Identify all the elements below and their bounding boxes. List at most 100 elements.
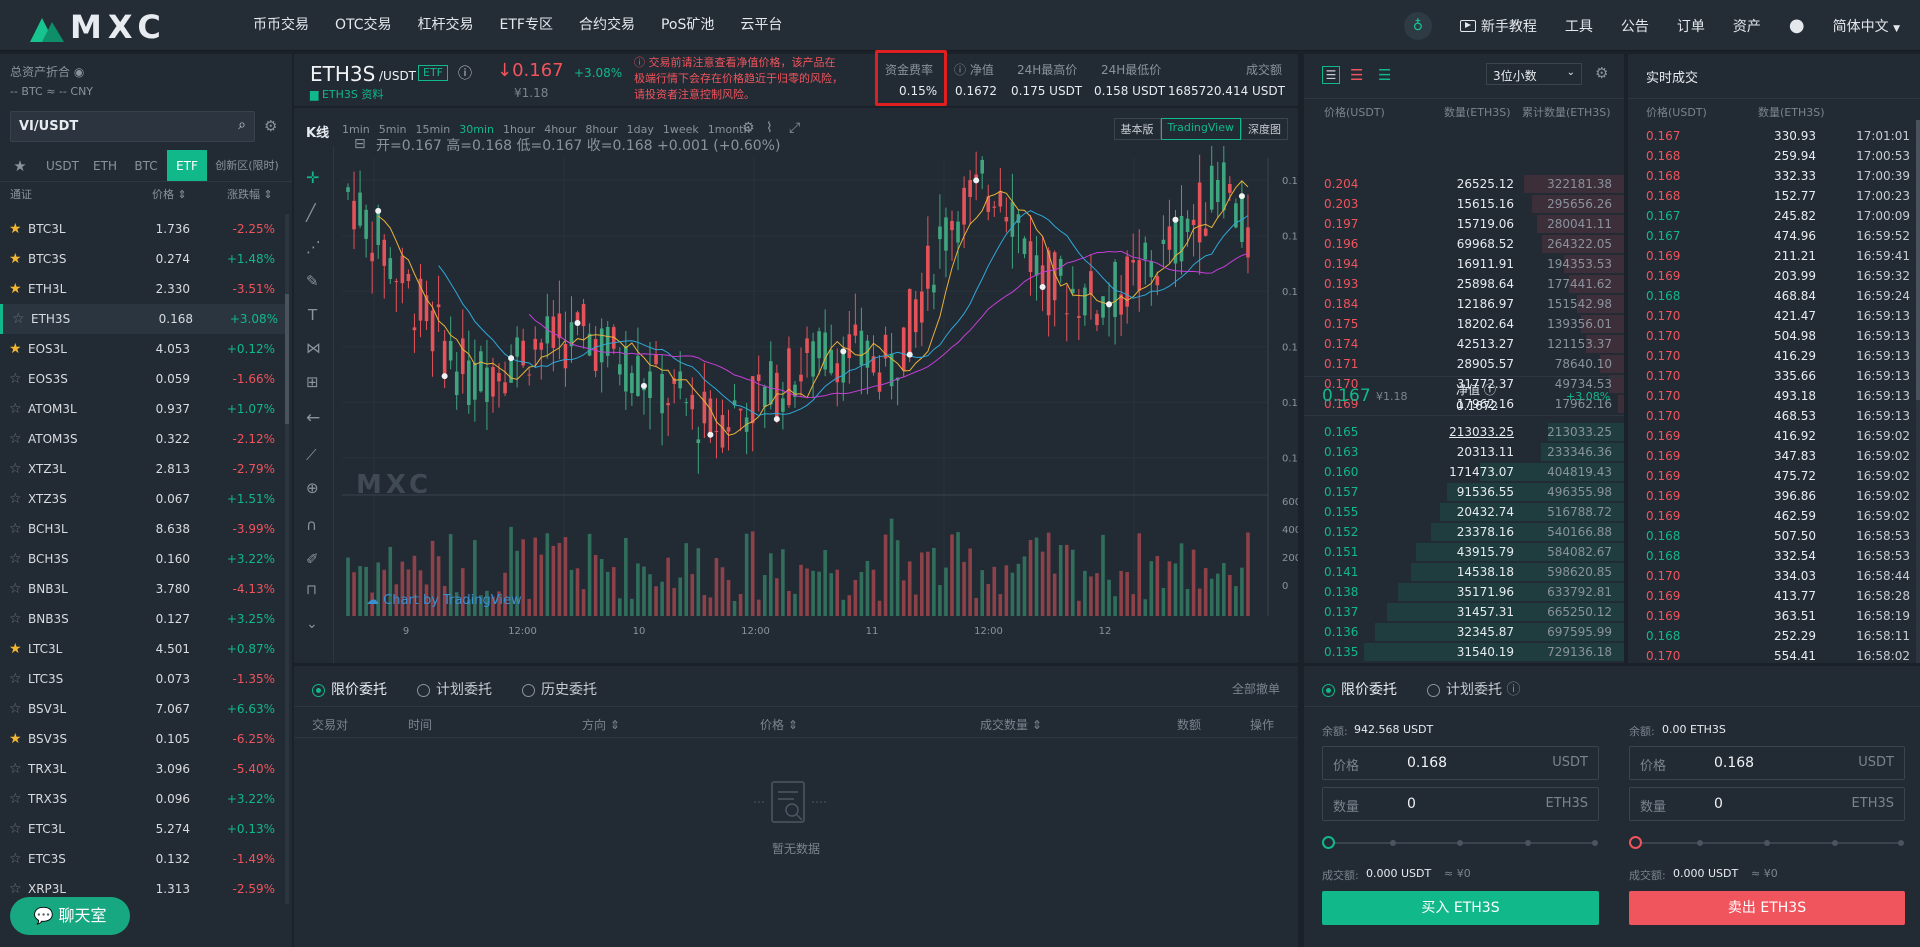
market-row-etc3s[interactable]: ☆ ETC3S 0.132 -1.49%: [0, 844, 285, 874]
favorite-star-icon[interactable]: ★: [9, 221, 22, 237]
precision-select[interactable]: 3位小数 ⌄: [1486, 63, 1582, 85]
bid-row[interactable]: 0.157 91536.55 496355.98: [1304, 482, 1624, 502]
header-token[interactable]: 通证: [10, 186, 32, 202]
favorite-star-icon[interactable]: ★: [9, 641, 22, 657]
favorite-star-icon[interactable]: ☆: [9, 761, 22, 777]
tools-link[interactable]: 工具: [1565, 16, 1593, 36]
market-row-ltc3l[interactable]: ★ LTC3L 4.501 +0.87%: [0, 634, 285, 664]
favorite-star-icon[interactable]: ☆: [9, 671, 22, 687]
market-row-eth3s[interactable]: ☆ ETH3S 0.168 +3.08%: [0, 304, 285, 334]
view-depth[interactable]: 深度图: [1241, 118, 1288, 140]
market-row-eos3s[interactable]: ☆ EOS3S 0.059 -1.66%: [0, 364, 285, 394]
tab-history-orders[interactable]: 历史委托: [522, 679, 597, 699]
market-row-trx3l[interactable]: ☆ TRX3L 3.096 -5.40%: [0, 754, 285, 784]
gear-icon[interactable]: ⚙: [264, 117, 277, 135]
favorite-star-icon[interactable]: ☆: [9, 461, 22, 477]
tab-etf[interactable]: ETF: [167, 150, 207, 181]
favorite-star-icon[interactable]: ☆: [9, 371, 22, 387]
bid-row[interactable]: 0.138 35171.96 633792.81: [1304, 582, 1624, 602]
ask-row[interactable]: 0.174 42513.27 121153.37: [1304, 334, 1624, 354]
market-row-trx3s[interactable]: ☆ TRX3S 0.096 +3.22%: [0, 784, 285, 814]
user-icon[interactable]: ●: [1789, 15, 1805, 36]
lightbulb-icon[interactable]: ♁: [1403, 11, 1432, 40]
market-row-eth3l[interactable]: ★ ETH3L 2.330 -3.51%: [0, 274, 285, 304]
tab-limit-orders[interactable]: 限价委托: [312, 679, 387, 699]
fullscreen-icon[interactable]: ⤢: [789, 120, 800, 136]
ask-row[interactable]: 0.171 28905.57 78640.10: [1304, 354, 1624, 374]
collapse-legend-icon[interactable]: ⊟: [354, 136, 366, 152]
bid-row[interactable]: 0.137 31457.31 665250.12: [1304, 602, 1624, 622]
col-filled[interactable]: 成交数量 ⇕: [980, 716, 1042, 733]
ask-row[interactable]: 0.196 69968.52 264322.05: [1304, 234, 1624, 254]
view-tradingview[interactable]: TradingView: [1160, 118, 1241, 140]
buy-price-input[interactable]: 价格 0.168 USDT: [1322, 746, 1599, 780]
favorite-star-icon[interactable]: ☆: [9, 851, 22, 867]
cancel-all-button[interactable]: 全部撤单: [1232, 680, 1280, 697]
settings-icon[interactable]: ⚙: [742, 120, 755, 136]
ask-row[interactable]: 0.203 15615.16 295656.26: [1304, 194, 1624, 214]
buy-slider-handle[interactable]: [1322, 836, 1335, 849]
favorite-star-icon[interactable]: ★: [9, 731, 22, 747]
book-both-icon[interactable]: ☰: [1322, 66, 1340, 84]
favorite-star-icon[interactable]: ☆: [9, 431, 22, 447]
help-icon[interactable]: ⓘ: [1506, 682, 1520, 698]
bid-row[interactable]: 0.136 32345.87 697595.99: [1304, 622, 1624, 642]
market-row-ltc3s[interactable]: ☆ LTC3S 0.073 -1.35%: [0, 664, 285, 694]
tab-eth[interactable]: ETH: [85, 150, 125, 181]
buy-slider[interactable]: [1322, 836, 1599, 850]
market-row-bnb3s[interactable]: ☆ BNB3S 0.127 +3.25%: [0, 604, 285, 634]
favorite-star-icon[interactable]: ☆: [9, 881, 22, 897]
etf-info-link[interactable]: ▆ ETH3S 资料: [310, 86, 383, 102]
menu-pos[interactable]: PoS矿池: [648, 0, 727, 51]
favorite-star-icon[interactable]: ☆: [9, 611, 22, 627]
sell-slider[interactable]: [1629, 836, 1905, 850]
sell-slider-handle[interactable]: [1629, 836, 1642, 849]
col-price[interactable]: 价格 ⇕: [760, 716, 798, 733]
tab-usdt[interactable]: USDT: [40, 150, 85, 181]
favorites-star-icon[interactable]: ★: [0, 150, 40, 181]
favorite-star-icon[interactable]: ★: [9, 281, 22, 297]
menu-etf[interactable]: ETF专区: [487, 0, 566, 51]
market-row-bnb3l[interactable]: ☆ BNB3L 3.780 -4.13%: [0, 574, 285, 604]
bid-row[interactable]: 0.135 31540.19 729136.18: [1304, 642, 1624, 662]
tradingview-credit[interactable]: ☁ Chart by TradingView: [366, 593, 522, 608]
ask-row[interactable]: 0.175 18202.64 139356.01: [1304, 314, 1624, 334]
buy-button[interactable]: 买入 ETH3S: [1322, 891, 1599, 925]
view-basic[interactable]: 基本版: [1113, 118, 1161, 140]
market-row-bsv3s[interactable]: ★ BSV3S 0.105 -6.25%: [0, 724, 285, 754]
favorite-star-icon[interactable]: ☆: [9, 821, 22, 837]
menu-spot[interactable]: 币币交易: [240, 0, 322, 51]
menu-otc[interactable]: OTC交易: [322, 0, 405, 51]
bid-row[interactable]: 0.163 20313.11 233346.36: [1304, 442, 1624, 462]
orders-link[interactable]: 订单: [1677, 16, 1705, 36]
market-row-etc3l[interactable]: ☆ ETC3L 5.274 +0.13%: [0, 814, 285, 844]
gear-icon[interactable]: ⚙: [1595, 64, 1608, 82]
tab-plan-orders[interactable]: 计划委托: [417, 679, 492, 699]
ask-row[interactable]: 0.194 16911.91 194353.53: [1304, 254, 1624, 274]
search-input[interactable]: VI/USDT ⌕: [10, 111, 255, 142]
sell-price-input[interactable]: 价格 0.168 USDT: [1629, 746, 1905, 780]
menu-contract[interactable]: 合约交易: [566, 0, 648, 51]
ask-row[interactable]: 0.193 25898.64 177441.62: [1304, 274, 1624, 294]
favorite-star-icon[interactable]: ☆: [9, 581, 22, 597]
market-row-bsv3l[interactable]: ☆ BSV3L 7.067 +6.63%: [0, 694, 285, 724]
favorite-star-icon[interactable]: ☆: [9, 551, 22, 567]
favorite-star-icon[interactable]: ☆: [9, 401, 22, 417]
menu-margin[interactable]: 杠杆交易: [405, 0, 487, 51]
ask-row[interactable]: 0.197 15719.06 280041.11: [1304, 214, 1624, 234]
chat-room-button[interactable]: 💬 聊天室: [10, 897, 130, 935]
book-asks-icon[interactable]: ☰: [1350, 66, 1363, 84]
indicator-icon[interactable]: ⌇: [766, 120, 773, 136]
info-icon[interactable]: ⓘ: [458, 63, 472, 83]
sell-button[interactable]: 卖出 ETH3S: [1629, 891, 1905, 925]
favorite-star-icon[interactable]: ☆: [9, 791, 22, 807]
market-row-btc3s[interactable]: ★ BTC3S 0.274 +1.48%: [0, 244, 285, 274]
tab-innovation[interactable]: 创新区(限时): [207, 150, 287, 181]
favorite-star-icon[interactable]: ☆: [9, 521, 22, 537]
ask-row[interactable]: 0.204 26525.12 322181.38: [1304, 174, 1624, 194]
tab-limit[interactable]: 限价委托: [1322, 679, 1397, 699]
bid-row[interactable]: 0.151 43915.79 584082.67: [1304, 542, 1624, 562]
market-row-eos3l[interactable]: ★ EOS3L 4.053 +0.12%: [0, 334, 285, 364]
announcement-link[interactable]: 公告: [1621, 16, 1649, 36]
tab-plan[interactable]: 计划委托 ⓘ: [1427, 679, 1520, 699]
